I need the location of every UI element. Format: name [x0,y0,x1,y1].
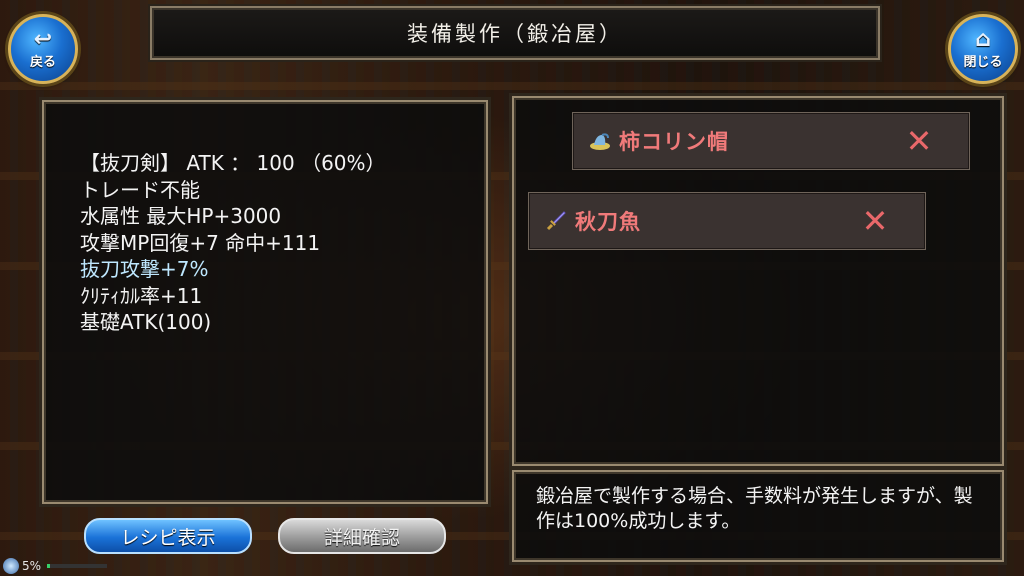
hat-icon [587,128,613,154]
material-name: 秋刀魚 [575,210,641,234]
home-icon: ⌂ [975,26,991,52]
stat-line: 【抜刀剣】 ATK ： 100 （60%） [80,151,386,175]
stats-list: 【抜刀剣】 ATK ： 100 （60%） トレード不能 水属性 最大HP+30… [80,150,386,336]
detail-check-button[interactable]: 詳細確認 [278,518,446,554]
stat-line: 攻撃MP回復+7 命中+111 [80,230,321,255]
page-title-bar: 装備製作（鍛冶屋） [150,6,880,60]
info-message: 鍛冶屋で製作する場合、手数料が発生しますが、製作は100%成功します。 [536,485,973,532]
stat-line-highlight: 抜刀攻撃+7% [80,257,209,281]
progress-gauge [47,564,108,568]
close-icon: ✕ [905,122,933,160]
sword-icon [543,208,569,234]
close-label: 閉じる [963,54,1003,70]
status-percent: 5% [22,559,42,573]
stat-line: ｸﾘﾃｨｶﾙ率+11 [80,283,203,308]
remove-material-button[interactable]: ✕ [855,201,895,241]
remove-material-button[interactable]: ✕ [899,121,939,161]
back-button[interactable]: ↩ 戻る [8,14,78,84]
material-item[interactable]: 秋刀魚 ✕ [528,192,926,250]
material-item[interactable]: 柿コリン帽 ✕ [572,112,970,170]
close-icon: ✕ [861,202,889,240]
material-name: 柿コリン帽 [619,130,729,154]
show-recipe-button[interactable]: レシピ表示 [84,518,252,554]
stat-line: 水属性 最大HP+3000 [80,204,282,228]
return-arrow-icon: ↩ [33,26,53,52]
message-panel: 鍛冶屋で製作する場合、手数料が発生しますが、製作は100%成功します。 [512,470,1004,562]
stat-line: トレード不能 [80,177,200,202]
stat-line: 基礎ATK(100) [80,310,212,334]
progress-fill [47,564,51,568]
status-bar: 5% [0,556,120,576]
page-title: 装備製作（鍛冶屋） [407,22,623,46]
item-stats-panel: 【抜刀剣】 ATK ： 100 （60%） トレード不能 水属性 最大HP+30… [42,100,488,504]
close-button[interactable]: ⌂ 閉じる [948,14,1018,84]
gauge-icon [3,558,19,574]
back-label: 戻る [29,54,56,70]
